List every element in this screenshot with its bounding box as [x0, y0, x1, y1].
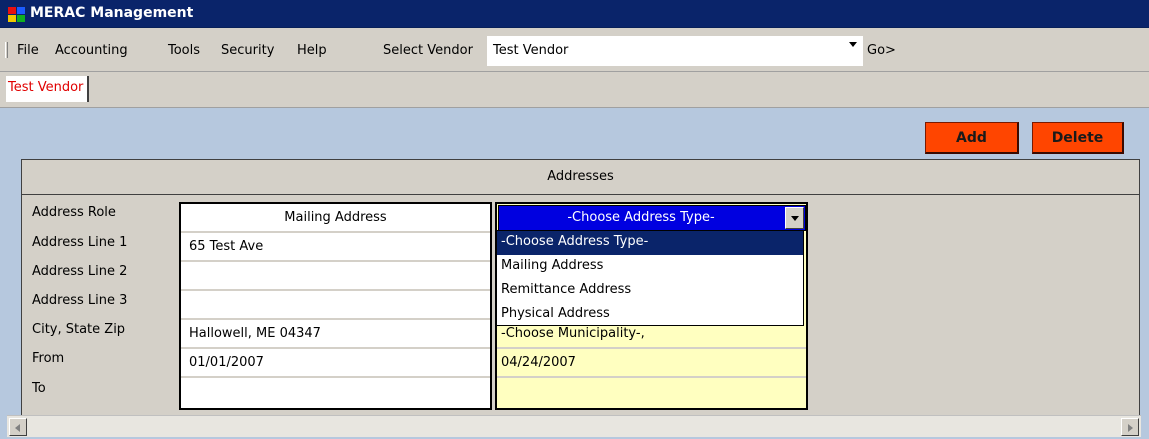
address-type-dropdown: -Choose Address Type- Mailing Address Re… — [496, 230, 804, 326]
from-date-field-2[interactable]: 04/24/2007 — [497, 349, 806, 378]
app-window: MERAC Management File Accounting Tools S… — [0, 0, 1149, 439]
address-line-3-field[interactable] — [181, 291, 490, 320]
select-vendor-label: Select Vendor — [383, 43, 473, 58]
address-type-select[interactable]: -Choose Address Type- — [498, 205, 806, 231]
window-title: MERAC Management — [30, 5, 194, 21]
title-bar: MERAC Management — [0, 0, 1149, 28]
address-type-select-value: -Choose Address Type- — [567, 210, 715, 225]
addresses-header: Addresses — [21, 159, 1140, 195]
row-label-address-line-3: Address Line 3 — [32, 293, 128, 308]
chevron-down-icon — [791, 216, 799, 221]
row-label-address-line-1: Address Line 1 — [32, 235, 128, 250]
tab-strip: Test Vendor — [0, 72, 1149, 108]
from-date-field[interactable]: 01/01/2007 — [181, 349, 490, 378]
city-state-zip-field[interactable]: Hallowell, ME 04347 — [181, 320, 490, 349]
row-label-address-line-2: Address Line 2 — [32, 264, 128, 279]
toolbar-grip[interactable] — [5, 42, 8, 58]
app-icon — [8, 7, 26, 23]
panel-edge — [0, 108, 7, 439]
vendor-select-value: Test Vendor — [493, 43, 569, 58]
dropdown-option[interactable]: Physical Address — [497, 303, 803, 327]
row-label-from: From — [32, 351, 65, 366]
vendor-select[interactable]: Test Vendor — [487, 36, 863, 66]
arrow-right-icon — [1128, 424, 1133, 432]
address-record-1: Mailing Address 65 Test Ave Hallowell, M… — [179, 202, 492, 410]
chevron-down-icon[interactable] — [849, 42, 857, 47]
menu-file[interactable]: File — [17, 43, 39, 58]
scroll-left-button[interactable] — [9, 418, 27, 436]
row-label-address-role: Address Role — [32, 205, 116, 220]
dropdown-option[interactable]: Mailing Address — [497, 255, 803, 279]
dropdown-arrow-button[interactable] — [785, 207, 804, 229]
menu-accounting[interactable]: Accounting — [55, 43, 128, 58]
go-button[interactable]: Go> — [867, 43, 896, 58]
tab-test-vendor[interactable]: Test Vendor — [6, 76, 90, 102]
row-label-city-state-zip: City, State Zip — [32, 322, 126, 337]
delete-button[interactable]: Delete — [1032, 122, 1124, 154]
dropdown-option[interactable]: -Choose Address Type- — [497, 231, 803, 255]
to-date-field-2[interactable] — [497, 378, 806, 408]
add-button[interactable]: Add — [925, 122, 1019, 154]
menu-help[interactable]: Help — [297, 43, 327, 58]
address-role-value[interactable]: Mailing Address — [181, 204, 490, 233]
menu-tools[interactable]: Tools — [168, 43, 200, 58]
menu-bar: File Accounting Tools Security Help Sele… — [0, 28, 1149, 72]
scroll-right-button[interactable] — [1121, 418, 1139, 436]
row-label-to: To — [32, 381, 46, 396]
to-date-field[interactable] — [181, 378, 490, 408]
dropdown-option[interactable]: Remittance Address — [497, 279, 803, 303]
address-line-2-field[interactable] — [181, 262, 490, 291]
menu-security[interactable]: Security — [221, 43, 274, 58]
address-line-1-field[interactable]: 65 Test Ave — [181, 233, 490, 262]
arrow-left-icon — [15, 424, 20, 432]
horizontal-scrollbar[interactable] — [7, 415, 1141, 437]
